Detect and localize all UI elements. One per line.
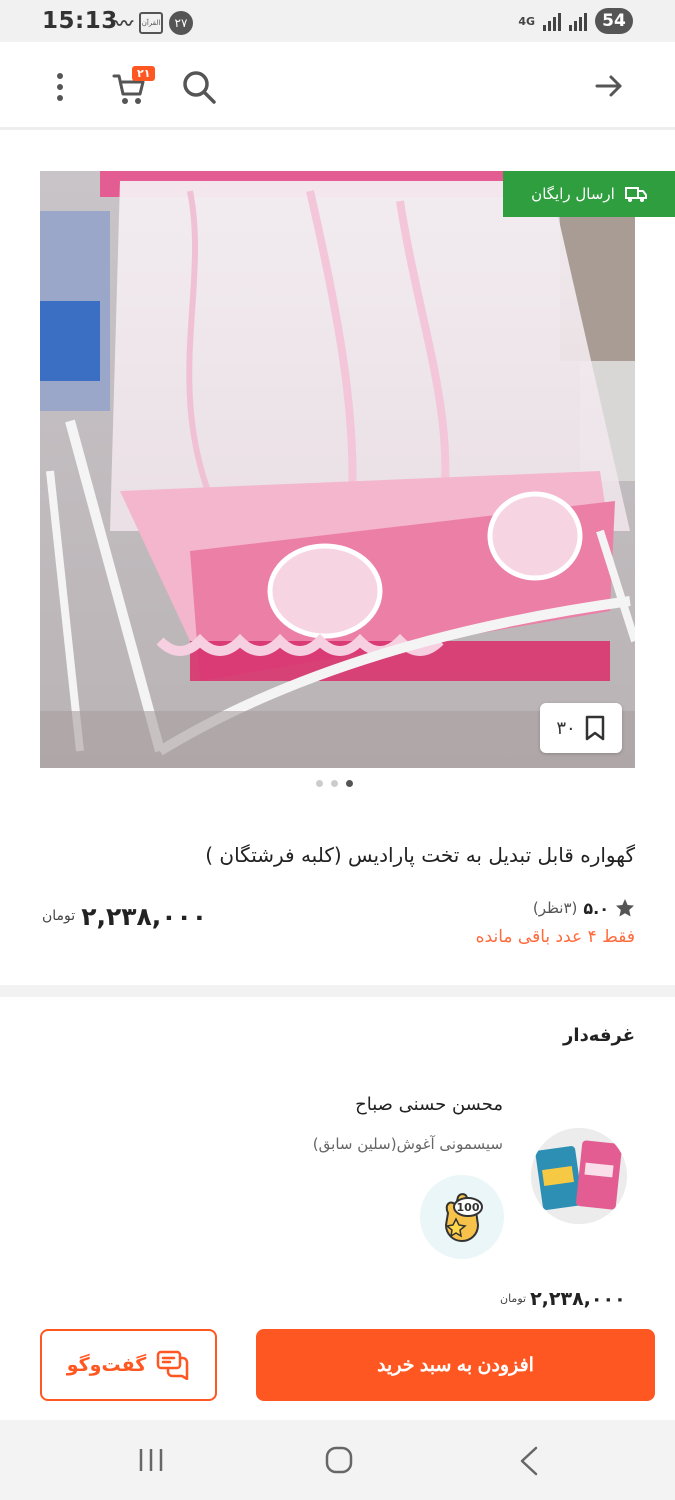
stock-remaining: فقط ۴ عدد باقی مانده bbox=[475, 927, 635, 947]
chat-button-label: گفت‌وگو bbox=[66, 1354, 147, 1376]
price-value: ۲,۲۳۸,۰۰۰ bbox=[81, 902, 207, 931]
seller-award-badge[interactable]: 100 bbox=[420, 1175, 504, 1259]
wave-icon: 〰 bbox=[115, 14, 133, 35]
chat-icon bbox=[157, 1350, 189, 1380]
network-type: 4G bbox=[518, 14, 535, 28]
image-carousel-indicator bbox=[316, 780, 353, 787]
battery-icon: 54 bbox=[595, 8, 633, 34]
booth-price-value: ۲,۲۳۸,۰۰۰ bbox=[530, 1288, 626, 1310]
booth-price-currency: تومان bbox=[500, 1292, 527, 1305]
price-currency: تومان bbox=[42, 908, 76, 924]
chat-button[interactable]: گفت‌وگو bbox=[40, 1329, 217, 1401]
back-nav-icon[interactable] bbox=[518, 1446, 540, 1476]
booth-section-title: غرفه‌دار bbox=[563, 1025, 635, 1046]
back-button[interactable] bbox=[593, 70, 625, 102]
hand-100-badge-icon: 100 bbox=[444, 1193, 483, 1243]
signal-icon-2 bbox=[569, 11, 587, 31]
award-badge-text: 100 bbox=[457, 1201, 480, 1214]
product-photo bbox=[40, 171, 635, 768]
search-button[interactable] bbox=[180, 68, 220, 108]
status-bar: 15:13 〰 القرآن ۲۷ 4G 54 bbox=[0, 0, 675, 42]
product-image[interactable] bbox=[40, 171, 635, 768]
product-price: تومان ۲,۲۳۸,۰۰۰ bbox=[42, 902, 207, 931]
product-rating[interactable]: ۵.۰ (۳نظر) bbox=[533, 898, 635, 918]
cart-button[interactable]: ۲۱ bbox=[110, 66, 156, 108]
bookmark-icon bbox=[585, 715, 604, 741]
carousel-dot-active[interactable] bbox=[346, 780, 353, 787]
shop-logo-image bbox=[531, 1128, 627, 1224]
status-left-icons: 〰 القرآن ۲۷ bbox=[115, 10, 193, 36]
notification-badge: ۲۷ bbox=[169, 11, 193, 35]
more-options-icon[interactable] bbox=[50, 70, 70, 106]
bookmark-count: ۳۰ bbox=[556, 717, 576, 739]
arrow-right-icon bbox=[595, 75, 622, 97]
carousel-dot[interactable] bbox=[331, 780, 338, 787]
product-title: گهواره قابل تبدیل به تخت پارادیس (کلبه ف… bbox=[205, 843, 635, 867]
status-time: 15:13 bbox=[42, 8, 118, 34]
truck-icon bbox=[624, 187, 647, 202]
signal-icon bbox=[543, 11, 561, 31]
seller-name[interactable]: محسن حسنی صباح bbox=[355, 1094, 503, 1115]
cart-count-badge: ۲۱ bbox=[132, 66, 156, 81]
top-app-bar: ۲۱ bbox=[0, 42, 675, 130]
quran-icon-text: القرآن bbox=[141, 19, 161, 27]
system-navigation-bar bbox=[0, 1420, 675, 1500]
shop-logo[interactable] bbox=[531, 1128, 627, 1224]
recent-apps-icon[interactable] bbox=[137, 1447, 165, 1473]
status-right-icons: 4G 54 bbox=[518, 8, 633, 34]
bookmark-button[interactable]: ۳۰ bbox=[540, 703, 622, 753]
add-to-cart-button[interactable]: افزودن به سبد خرید bbox=[256, 1329, 655, 1401]
shop-name[interactable]: سیسمونی آغوش(سلین سابق) bbox=[313, 1135, 503, 1153]
free-shipping-badge: ارسال رایگان bbox=[503, 171, 675, 217]
home-icon[interactable] bbox=[325, 1446, 353, 1474]
quran-app-icon: القرآن bbox=[139, 12, 163, 34]
star-icon bbox=[616, 899, 634, 917]
section-divider bbox=[0, 985, 675, 997]
rating-count: (۳نظر) bbox=[532, 899, 578, 917]
search-icon bbox=[183, 71, 216, 104]
carousel-dot[interactable] bbox=[316, 780, 323, 787]
booth-price: تومان ۲,۲۳۸,۰۰۰ bbox=[500, 1288, 626, 1310]
free-shipping-label: ارسال رایگان bbox=[531, 185, 615, 203]
rating-score: ۵.۰ bbox=[583, 898, 609, 918]
